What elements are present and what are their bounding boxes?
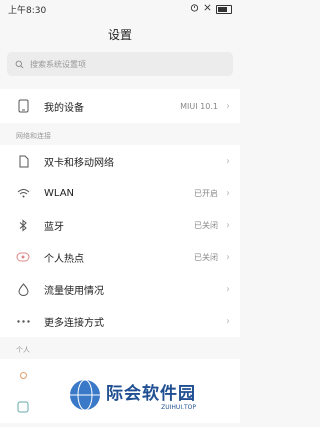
row-label: 更多连接方式 xyxy=(44,317,104,329)
bluetooth-icon xyxy=(16,218,30,232)
row-value: 已关闭 xyxy=(194,220,218,230)
chevron-right-icon: › xyxy=(226,187,230,199)
my-device-label: 我的设备 xyxy=(44,102,84,114)
data-usage-icon xyxy=(16,282,30,296)
watermark-text: 际会软件园 xyxy=(106,384,196,404)
search-icon xyxy=(15,60,24,68)
watermark: 际会软件园 ZUIHUI.TOP xyxy=(68,378,196,412)
device-card: 我的设备 MIUI 10.1 › xyxy=(0,89,240,123)
row-label: WLAN xyxy=(44,187,75,199)
row-more-connections[interactable]: 更多连接方式 › xyxy=(0,305,240,337)
row-label: 蓝牙 xyxy=(44,221,64,233)
wifi-icon xyxy=(16,186,30,200)
hotspot-icon xyxy=(16,250,30,264)
sun-icon xyxy=(16,368,30,382)
more-dots-icon xyxy=(16,314,30,328)
row-label: 个人热点 xyxy=(44,253,84,265)
row-sim-network[interactable]: 双卡和移动网络 › xyxy=(0,145,240,177)
section-header-network: 网络和连接 xyxy=(16,132,51,140)
search-input[interactable]: 搜索系统设置项 xyxy=(7,52,233,76)
chevron-right-icon: › xyxy=(226,283,230,295)
theme-icon xyxy=(16,400,30,414)
chevron-right-icon: › xyxy=(226,219,230,231)
row-label: 双卡和移动网络 xyxy=(44,157,114,169)
globe-logo-icon xyxy=(70,379,100,411)
chevron-right-icon: › xyxy=(226,155,230,167)
search-placeholder: 搜索系统设置项 xyxy=(30,59,86,69)
status-icons xyxy=(190,3,232,15)
chevron-right-icon: › xyxy=(226,251,230,263)
signal-cross-icon xyxy=(203,3,212,15)
row-wlan[interactable]: WLAN 已开启 › xyxy=(0,177,240,209)
battery-icon xyxy=(216,4,232,14)
section-header-personal: 个人 xyxy=(16,346,30,354)
row-data-usage[interactable]: 流量使用情况 › xyxy=(0,273,240,305)
alarm-icon xyxy=(190,3,199,15)
page-title: 设置 xyxy=(107,28,132,42)
status-time: 上午8:30 xyxy=(8,5,47,16)
phone-icon xyxy=(16,99,30,113)
chevron-right-icon: › xyxy=(226,100,230,112)
my-device-value: MIUI 10.1 xyxy=(180,101,218,111)
chevron-right-icon: › xyxy=(226,315,230,327)
watermark-sub: ZUIHUI.TOP xyxy=(161,404,196,411)
network-list: 双卡和移动网络 › WLAN 已开启 › 蓝牙 已关闭 › 个人热点 已关闭 ›… xyxy=(0,145,240,337)
status-bar: 上午8:30 xyxy=(0,0,240,18)
row-value: 已开启 xyxy=(194,188,218,198)
row-label: 流量使用情况 xyxy=(44,285,104,297)
sim-card-icon xyxy=(16,154,30,168)
row-hotspot[interactable]: 个人热点 已关闭 › xyxy=(0,241,240,273)
row-value: 已关闭 xyxy=(194,252,218,262)
my-device-row[interactable]: 我的设备 MIUI 10.1 › xyxy=(0,89,240,123)
row-bluetooth[interactable]: 蓝牙 已关闭 › xyxy=(0,209,240,241)
